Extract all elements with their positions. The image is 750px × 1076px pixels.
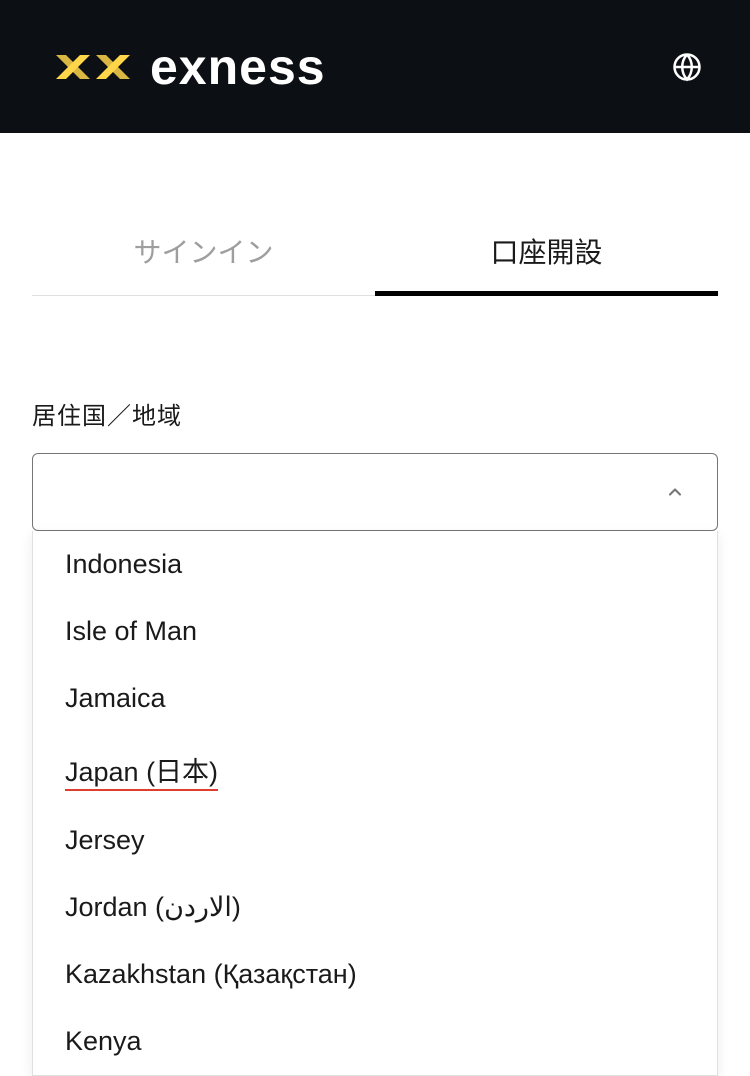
brand-name: exness (150, 38, 326, 96)
header: exness (0, 0, 750, 133)
tab-register[interactable]: 口座開設 (375, 211, 718, 295)
country-option-label: Japan (日本) (65, 757, 218, 791)
exness-logo-mark (48, 47, 138, 87)
country-option-label: Jersey (65, 825, 145, 855)
country-option[interactable]: Japan (日本) (33, 732, 717, 807)
country-option[interactable]: Indonesia (33, 531, 717, 598)
tab-signin-label: サインイン (133, 237, 273, 268)
country-option[interactable]: Kazakhstan (Қазақстан) (33, 941, 717, 1008)
auth-tabs: サインイン 口座開設 (32, 211, 718, 296)
country-option[interactable]: Jordan (الاردن) (33, 874, 717, 941)
globe-icon[interactable] (672, 52, 702, 82)
country-option[interactable]: Jersey (33, 807, 717, 874)
country-option[interactable]: Isle of Man (33, 598, 717, 665)
brand-logo[interactable]: exness (48, 38, 326, 96)
country-option-label: Kazakhstan (Қазақстан) (65, 959, 357, 989)
country-field-label: 居住国／地域 (32, 396, 718, 431)
tab-register-label: 口座開設 (490, 237, 602, 268)
country-option-label: Kenya (65, 1026, 142, 1056)
country-option-label: Indonesia (65, 549, 182, 579)
chevron-up-icon (665, 482, 685, 502)
tab-signin[interactable]: サインイン (32, 211, 375, 295)
country-select[interactable] (32, 453, 718, 531)
country-dropdown: Indonesia Isle of Man Jamaica Japan (日本) Jer… (32, 531, 718, 1076)
country-option-label: Jordan (الاردن) (65, 892, 241, 922)
country-option-label: Isle of Man (65, 616, 197, 646)
register-form: 居住国／地域 Indonesia Isle of Man Jamaica Japan … (0, 296, 750, 1076)
country-option[interactable]: Kenya (33, 1008, 717, 1075)
country-option-label: Jamaica (65, 683, 166, 713)
country-option[interactable]: Jamaica (33, 665, 717, 732)
